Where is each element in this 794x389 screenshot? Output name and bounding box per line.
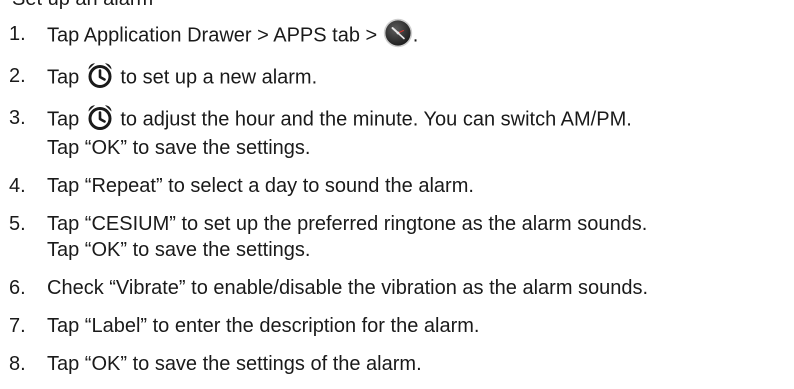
step-7: 7. Tap “Label” to enter the description …: [0, 313, 794, 339]
step-line: Tap “Label” to enter the description for…: [47, 315, 480, 337]
step-line: Tap Application Drawer > APPS tab > .: [47, 18, 794, 51]
step-2: 2. Tap to set up a new alarm.: [0, 63, 794, 93]
step-line: Tap “CESIUM” to set up the preferred rin…: [47, 213, 648, 235]
step-line: Tap to adjust the hour and the minute. Y…: [47, 105, 794, 135]
step-text: Tap: [47, 66, 85, 89]
step-4: 4. Tap “Repeat” to select a day to sound…: [0, 173, 794, 199]
step-line: Tap “OK” to save the settings.: [47, 137, 311, 159]
step-1: 1. Tap Application Drawer > APPS tab > .: [0, 18, 794, 51]
step-text: Tap Application Drawer > APPS tab >: [47, 24, 383, 47]
step-text: to set up a new alarm.: [114, 66, 318, 89]
step-line: Tap “Repeat” to select a day to sound th…: [47, 175, 474, 197]
step-number: 7.: [9, 315, 26, 337]
step-6: 6. Check “Vibrate” to enable/disable the…: [0, 275, 794, 301]
alarm-clock-icon: [85, 60, 115, 90]
clock-app-icon: [383, 18, 413, 48]
step-line: Check “Vibrate” to enable/disable the vi…: [47, 277, 649, 299]
step-number: 8.: [9, 353, 26, 375]
step-number: 1.: [9, 23, 26, 45]
step-number: 5.: [9, 213, 26, 235]
step-number: 6.: [9, 277, 26, 299]
step-5: 5. Tap “CESIUM” to set up the preferred …: [0, 211, 794, 263]
step-number: 3.: [9, 107, 26, 129]
step-text: Tap: [47, 108, 85, 131]
step-line: Tap “OK” to save the settings.: [47, 239, 311, 261]
section-heading: Set up an alarm: [12, 0, 153, 10]
step-text: to adjust the hour and the minute. You c…: [114, 108, 632, 131]
step-line: Tap to set up a new alarm.: [47, 63, 794, 93]
step-number: 2.: [9, 65, 26, 87]
instruction-steps: 1. Tap Application Drawer > APPS tab > .…: [0, 18, 794, 389]
alarm-clock-icon: [85, 102, 115, 132]
step-text: .: [412, 24, 419, 47]
step-line: Tap “OK” to save the settings of the ala…: [47, 353, 422, 375]
step-number: 4.: [9, 175, 26, 197]
step-8: 8. Tap “OK” to save the settings of the …: [0, 351, 794, 377]
step-3: 3. Tap to adjust the hour and the minute…: [0, 105, 794, 161]
